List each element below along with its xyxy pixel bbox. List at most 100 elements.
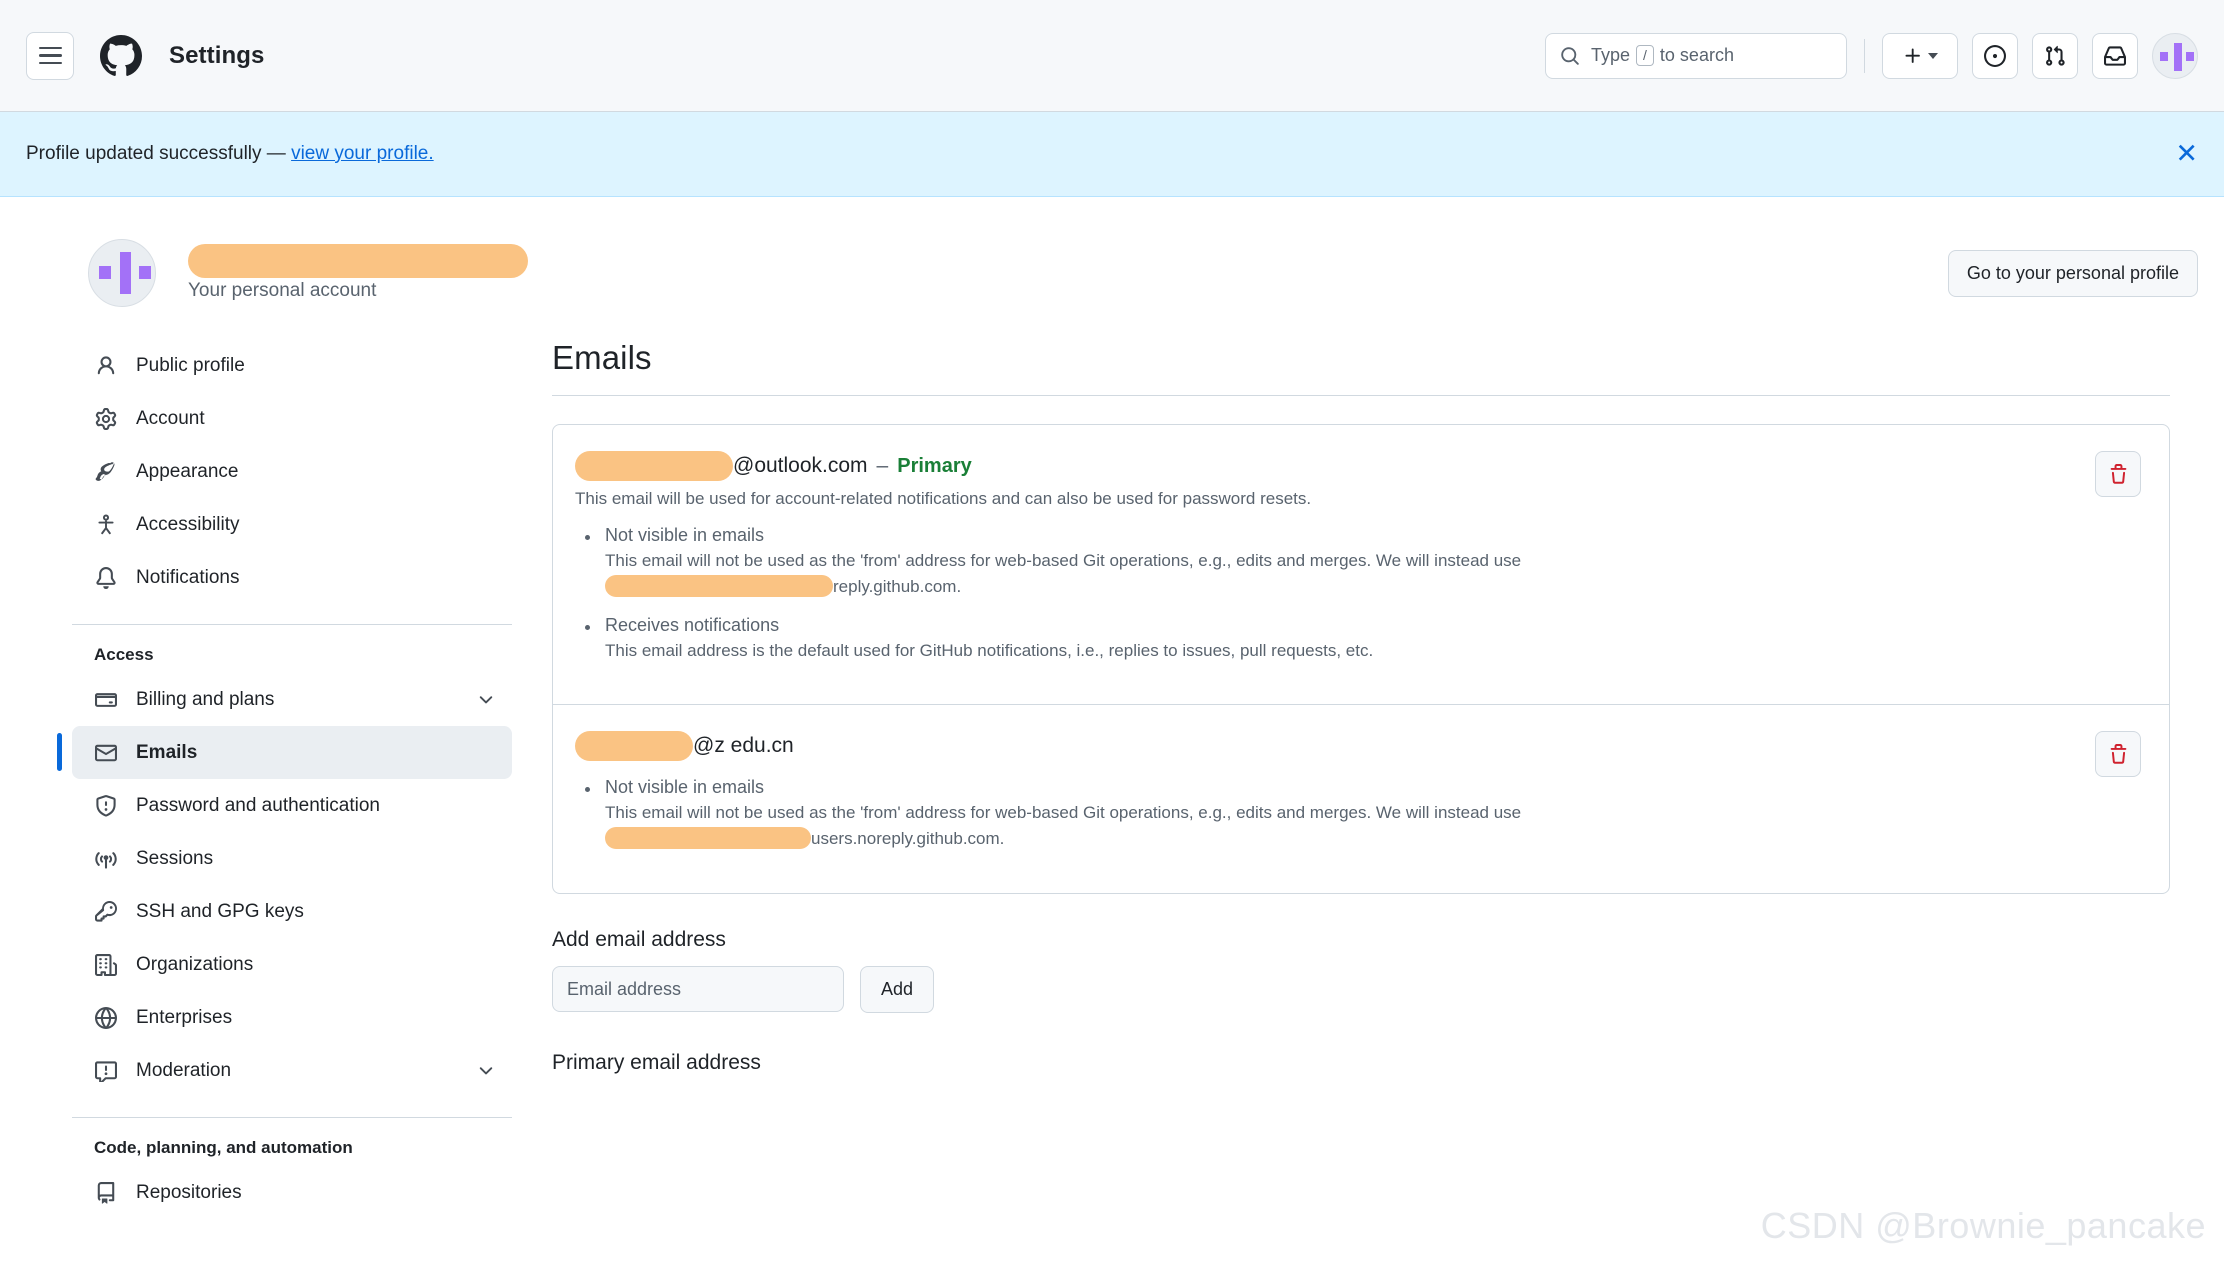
chevron-down-icon: [1927, 52, 1938, 59]
emails-list: @outlook.com – Primary This email will b…: [552, 424, 2170, 894]
sidebar-item-label: Moderation: [136, 1059, 232, 1081]
add-email-heading: Add email address: [552, 927, 726, 951]
search-prefix-text: Type: [1591, 45, 1631, 65]
accessibility-icon: [94, 513, 118, 537]
sidebar-item-billing-and-plans[interactable]: Billing and plans: [72, 673, 512, 726]
banner-message: Profile updated successfully — view your…: [26, 143, 434, 165]
sidebar-item-organizations[interactable]: Organizations: [72, 938, 512, 991]
email-properties-list: Not visible in emails This email will no…: [575, 525, 2075, 664]
search-input[interactable]: Type / to search: [1545, 32, 1847, 79]
header-divider: [1864, 38, 1865, 73]
bullet-title: Receives notifications: [605, 614, 780, 635]
bullet-title: Not visible in emails: [605, 525, 765, 545]
bullet-body-suffix: reply.github.com.: [833, 577, 962, 597]
inbox-icon: [2104, 45, 2126, 66]
csdn-watermark: CSDN @Brownie_pancake: [1760, 1205, 2206, 1246]
bell-icon: [94, 566, 118, 590]
page-title: Emails: [552, 339, 2170, 396]
search-slash-key: /: [1636, 45, 1654, 66]
sidebar-item-account[interactable]: Account: [72, 392, 512, 445]
sidebar-item-accessibility[interactable]: Accessibility: [72, 498, 512, 551]
bullet-body: This email address is the default used f…: [605, 640, 1374, 660]
email-separator: –: [876, 454, 889, 477]
sidebar-item-moderation[interactable]: Moderation: [72, 1044, 512, 1097]
git-pull-request-icon: [2046, 45, 2065, 66]
delete-email-button[interactable]: [2095, 731, 2141, 778]
credit-card-icon: [94, 688, 118, 712]
chevron-down-icon[interactable]: [476, 690, 496, 710]
add-email-form: Add: [552, 965, 2170, 1013]
trash-icon: [2110, 463, 2126, 484]
sidebar-item-public-profile[interactable]: Public profile: [72, 339, 512, 392]
app-header: Settings Type / to search: [0, 0, 2224, 112]
sidebar-item-label: Accessibility: [136, 513, 240, 535]
sidebar-item-label: Public profile: [136, 354, 245, 376]
gear-icon: [94, 407, 118, 431]
sidebar-item-ssh-and-gpg-keys[interactable]: SSH and GPG keys: [72, 885, 512, 938]
header-actions: Type / to search: [1545, 32, 2198, 79]
bullet-body-text: This email will not be used as the 'from…: [605, 551, 1522, 570]
sidebar-item-label: Enterprises: [136, 1006, 233, 1028]
sidebar-item-enterprises[interactable]: Enterprises: [72, 991, 512, 1044]
sidebar-divider: [72, 1117, 512, 1118]
primary-email-heading: Primary email address: [552, 1050, 761, 1074]
account-header: Your personal account Go to your persona…: [0, 239, 2224, 307]
sidebar-item-label: Emails: [136, 741, 198, 763]
mail-icon: [94, 741, 118, 765]
bullet-body-suffix: users.noreply.github.com.: [811, 829, 1005, 849]
list-item: Not visible in emails This email will no…: [575, 525, 2075, 601]
bullet-body: This email will not be used as the 'from…: [605, 800, 1705, 853]
organization-icon: [94, 953, 118, 977]
create-new-button[interactable]: [1882, 32, 1958, 79]
pull-requests-button[interactable]: [2032, 32, 2078, 79]
person-icon: [94, 354, 118, 378]
add-email-button[interactable]: Add: [860, 965, 935, 1013]
delete-email-button[interactable]: [2095, 451, 2141, 497]
account-subtitle: Your personal account: [188, 280, 377, 301]
issues-button[interactable]: [1972, 32, 2018, 79]
circle-dot-icon: [1984, 44, 2006, 67]
sidebar-item-label: Billing and plans: [136, 688, 275, 710]
email-domain: @outlook.com: [733, 454, 868, 477]
sidebar-item-appearance[interactable]: Appearance: [72, 445, 512, 498]
email-list-item: @z edu.cn Not visible in emails This ema…: [553, 704, 2169, 893]
hamburger-menu-icon[interactable]: [26, 31, 74, 80]
chevron-down-icon[interactable]: [476, 1061, 496, 1081]
sidebar-item-notifications[interactable]: Notifications: [72, 551, 512, 604]
trash-icon: [2110, 743, 2126, 764]
sidebar-item-label: Repositories: [136, 1181, 242, 1203]
sidebar-item-emails[interactable]: Emails: [57, 726, 512, 779]
notifications-inbox-button[interactable]: [2092, 32, 2138, 79]
key-icon: [94, 900, 118, 924]
email-local-part-redacted: [575, 451, 733, 481]
sidebar-item-repositories[interactable]: Repositories: [72, 1166, 512, 1219]
close-icon[interactable]: ✕: [2175, 140, 2198, 168]
bullet-body: This email will not be used as the 'from…: [605, 548, 1705, 601]
banner-message-text: Profile updated successfully —: [26, 143, 286, 164]
sidebar-item-label: Appearance: [136, 460, 239, 482]
content-area: Public profile Account Appearance Access…: [0, 339, 2224, 1219]
user-avatar-identicon[interactable]: [2152, 32, 2198, 79]
sidebar-item-label: Organizations: [136, 953, 254, 975]
sidebar-divider: [72, 624, 512, 625]
flash-banner: Profile updated successfully — view your…: [0, 112, 2224, 197]
view-profile-link[interactable]: view your profile.: [291, 143, 434, 164]
go-to-personal-profile-button[interactable]: Go to your personal profile: [1947, 249, 2198, 297]
search-suffix-text: to search: [1659, 45, 1734, 65]
email-address: @outlook.com – Primary: [575, 451, 2075, 481]
globe-icon: [94, 1006, 118, 1030]
sidebar-item-password-and-authentication[interactable]: Password and authentication: [72, 779, 512, 832]
email-field[interactable]: [552, 966, 844, 1013]
emails-settings-main: Emails @outlook.com – Primary This email…: [552, 339, 2224, 1219]
noreply-address-redacted: [605, 827, 811, 850]
email-properties-list: Not visible in emails This email will no…: [575, 777, 2075, 853]
page-title-settings: Settings: [169, 41, 265, 69]
broadcast-icon: [94, 847, 118, 871]
email-list-item: @outlook.com – Primary This email will b…: [553, 425, 2169, 704]
avatar[interactable]: [88, 239, 156, 307]
sidebar-item-label: Password and authentication: [136, 794, 380, 816]
sidebar-item-sessions[interactable]: Sessions: [72, 832, 512, 885]
github-logo-icon[interactable]: [100, 34, 142, 77]
username-redacted: [188, 244, 528, 278]
repo-icon: [94, 1181, 118, 1205]
